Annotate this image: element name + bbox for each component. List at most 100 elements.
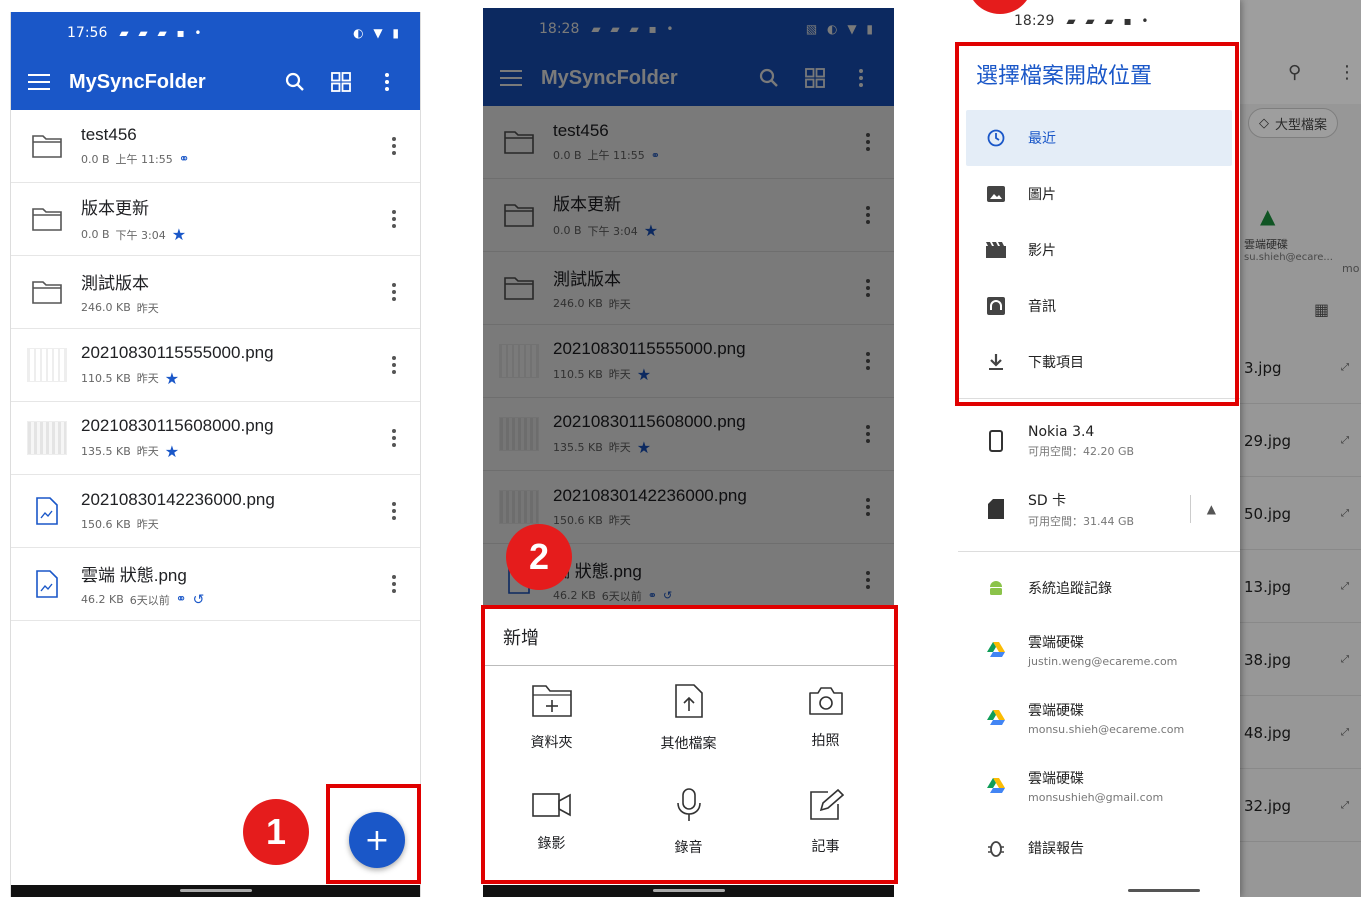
drawer-item-drive-1[interactable]: 雲端硬碟 justin.weng@ecareme.com: [958, 616, 1240, 684]
file-time: 昨天: [136, 372, 159, 385]
status-time: 18:28: [539, 21, 580, 37]
file-name: 端 狀態.png: [553, 561, 642, 581]
image-thumbnail: [25, 345, 69, 385]
file-name: test456: [81, 125, 137, 144]
app-title: MySyncFolder: [541, 66, 678, 89]
star-icon: ★: [636, 364, 652, 384]
folder-icon: [25, 272, 69, 312]
list-item[interactable]: test456 0.0 B 上午 11:55 ⚭: [11, 110, 420, 183]
home-gesture-bar[interactable]: [652, 889, 725, 892]
star-icon: ★: [164, 368, 180, 388]
signal-battery-icons: ◐ ▼ ▮: [353, 26, 402, 40]
more-options-icon[interactable]: [382, 137, 406, 155]
file-time: 上午 11:55: [587, 149, 645, 162]
sd-space: 可用空間：31.44 GB: [1028, 514, 1135, 528]
list-item[interactable]: 雲端 狀態.png 46.2 KB 6天以前 ⚭ ↺: [11, 548, 420, 621]
list-item[interactable]: 20210830115555000.png 110.5 KB 昨天 ★: [11, 329, 420, 402]
android-icon: [984, 579, 1008, 597]
more-options-icon: [856, 133, 880, 151]
list-item: test456 0.0 B 上午 11:55 ⚭: [483, 106, 894, 179]
file-name: 20210830142236000.png: [553, 486, 747, 505]
file-time: 昨天: [136, 445, 159, 458]
grid-view-icon[interactable]: [792, 60, 838, 96]
file-time: 下午 3:04: [115, 228, 166, 242]
file-time: 上午 11:55: [115, 153, 173, 166]
more-options-icon[interactable]: [382, 356, 406, 374]
list-item[interactable]: 20210830142236000.png 150.6 KB 昨天: [11, 475, 420, 548]
file-name: 20210830115555000.png: [553, 338, 746, 358]
status-time: 17:56: [67, 25, 108, 41]
file-size: 0.0 B: [81, 228, 110, 241]
link-icon: ⚭: [647, 589, 657, 602]
list-item[interactable]: 20210830115608000.png 135.5 KB 昨天 ★: [11, 402, 420, 475]
file-time: 昨天: [608, 368, 631, 381]
file-time: 昨天: [608, 297, 631, 311]
list-item: 版本更新 0.0 B 下午 3:04 ★: [483, 179, 894, 252]
step-badge-2: 2: [506, 524, 572, 590]
device-name: Nokia 3.4: [1028, 423, 1095, 440]
drawer-item-drive-3[interactable]: 雲端硬碟 monsushieh@gmail.com: [958, 752, 1240, 820]
folder-icon: [497, 268, 541, 308]
file-size: 0.0 B: [553, 148, 582, 162]
file-size: 246.0 KB: [553, 297, 603, 310]
list-item[interactable]: 測試版本 246.0 KB 昨天: [11, 256, 420, 329]
folder-icon: [497, 195, 541, 235]
drawer-item-device[interactable]: Nokia 3.4 可用空間：42.20 GB: [958, 407, 1240, 475]
drawer-item-drive-2[interactable]: 雲端硬碟 monsu.shieh@ecareme.com: [958, 684, 1240, 752]
more-options-icon: [856, 279, 880, 297]
divider: [958, 551, 1240, 552]
status-time: 18:29: [1014, 13, 1055, 29]
file-size: 135.5 KB: [81, 444, 131, 458]
file-time: 昨天: [136, 301, 159, 315]
grid-view-icon[interactable]: [318, 64, 364, 100]
list-item[interactable]: 版本更新 0.0 B 下午 3:04 ★: [11, 183, 420, 256]
search-icon[interactable]: [272, 64, 318, 100]
more-options-icon: [856, 571, 880, 589]
image-file-icon: [25, 564, 69, 604]
drawer-item-sd-card[interactable]: SD 卡可用空間：31.44 GB ▲: [958, 475, 1240, 543]
app-header: 17:56 ▰ ▰ ▰ ▪ • ◐ ▼ ▮ MySyncFolder: [11, 12, 420, 110]
app-bar: MySyncFolder: [11, 54, 420, 110]
file-name: 20210830115608000.png: [81, 415, 274, 435]
eject-icon[interactable]: ▲: [1189, 495, 1216, 523]
menu-icon[interactable]: [493, 60, 529, 96]
file-name: 20210830115555000.png: [81, 342, 274, 362]
star-icon: ★: [636, 437, 652, 457]
drive-name: 雲端硬碟: [1028, 771, 1084, 787]
step-badge-1: 1: [243, 799, 309, 865]
more-options-icon: [856, 498, 880, 516]
file-name: 版本更新: [553, 195, 621, 214]
more-options-icon[interactable]: [382, 429, 406, 447]
more-options-icon[interactable]: [382, 575, 406, 593]
search-icon[interactable]: [746, 60, 792, 96]
image-file-icon: [25, 491, 69, 531]
file-size: 150.6 KB: [81, 517, 131, 531]
file-list: test456 0.0 B 上午 11:55 ⚭ 版本更新 0.0 B 下午 3:04…: [11, 110, 420, 621]
file-size: 46.2 KB: [553, 589, 596, 602]
file-size: 246.0 KB: [81, 301, 131, 314]
folder-icon: [497, 122, 541, 162]
link-icon: ⚭: [175, 592, 187, 607]
more-options-icon[interactable]: [382, 283, 406, 301]
image-thumbnail: [25, 418, 69, 458]
overflow-menu-icon[interactable]: [838, 60, 884, 96]
file-name: 20210830115608000.png: [553, 411, 746, 431]
menu-icon[interactable]: [21, 64, 57, 100]
more-options-icon[interactable]: [382, 502, 406, 520]
home-gesture-bar[interactable]: [1128, 889, 1200, 892]
google-drive-icon: [984, 642, 1008, 658]
file-time: 昨天: [608, 514, 631, 527]
home-gesture-bar[interactable]: [179, 889, 252, 892]
drawer-item-error-report[interactable]: 錯誤報告: [958, 820, 1240, 876]
drawer-item-bug-report[interactable]: 系統追蹤記錄: [958, 560, 1240, 616]
file-name: test456: [553, 121, 609, 140]
file-time: 6天以前: [129, 593, 170, 607]
more-options-icon: [856, 425, 880, 443]
file-size: 150.6 KB: [553, 513, 603, 527]
app-bar: MySyncFolder: [483, 50, 894, 106]
overflow-menu-icon[interactable]: [364, 64, 410, 100]
image-thumbnail: [497, 487, 541, 527]
more-options-icon[interactable]: [382, 210, 406, 228]
list-item: 20210830115608000.png 135.5 KB 昨天 ★: [483, 398, 894, 471]
file-size: 0.0 B: [553, 224, 582, 237]
